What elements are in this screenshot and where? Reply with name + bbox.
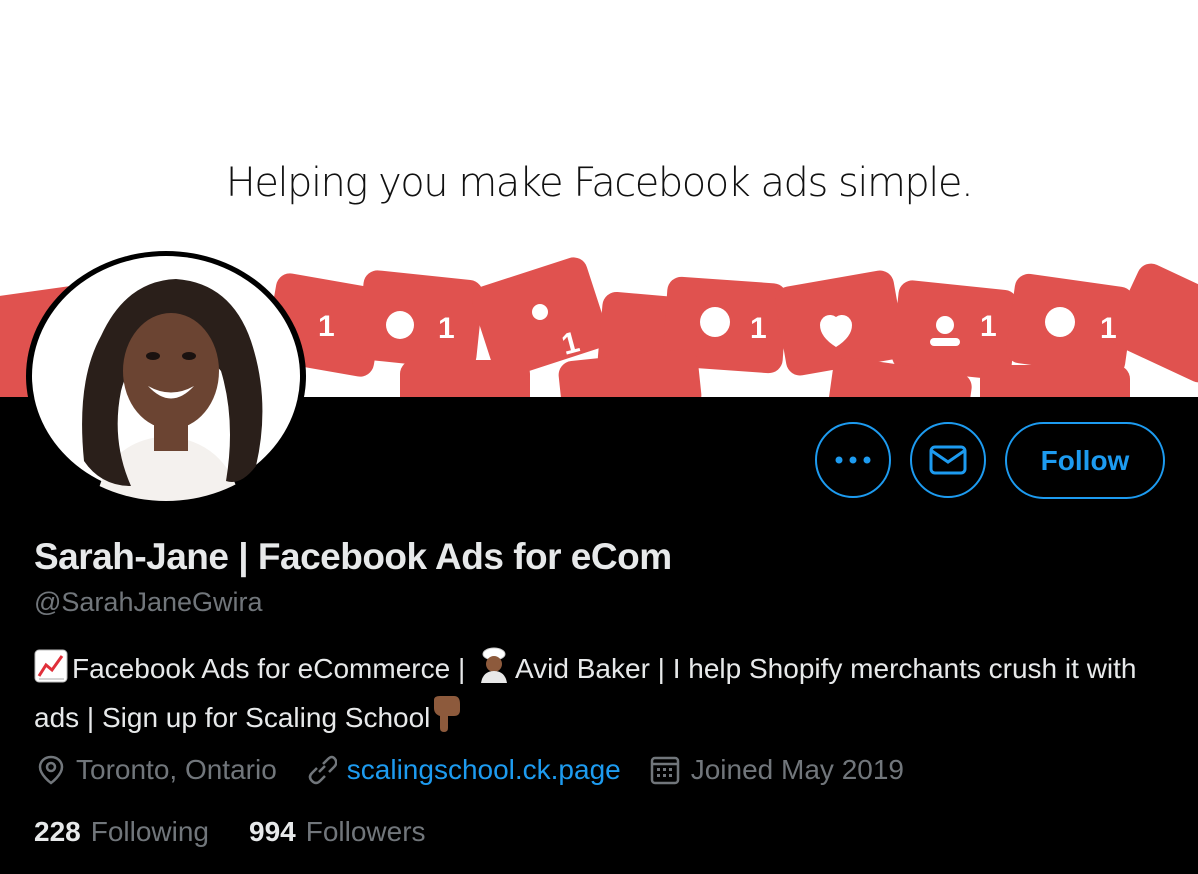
calendar-icon (650, 756, 679, 785)
more-options-button[interactable] (815, 422, 891, 498)
following-stat[interactable]: 228 Following (34, 816, 209, 848)
banner-tagline: Helping you make Facebook ads simple. (225, 160, 974, 206)
point-down-emoji (430, 694, 462, 743)
location-text: Toronto, Ontario (76, 754, 277, 785)
svg-text:1: 1 (318, 310, 335, 343)
location-icon (38, 755, 64, 785)
joined-item: Joined May 2019 (649, 754, 904, 786)
more-icon (835, 456, 871, 464)
message-button[interactable] (910, 422, 986, 498)
svg-text:1: 1 (438, 312, 455, 345)
svg-text:1: 1 (750, 312, 767, 345)
follow-button[interactable]: Follow (1005, 422, 1165, 499)
website-link[interactable]: scalingschool.ck.page (347, 754, 621, 786)
followers-stat[interactable]: 994 Followers (249, 816, 426, 848)
user-handle: @SarahJaneGwira (34, 587, 263, 617)
joined-text: Joined May 2019 (690, 754, 904, 785)
follow-stats: 228 Following 994 Followers (34, 816, 466, 848)
bio-text-1: Facebook Ads for eCommerce | (72, 653, 466, 684)
profile-bio: Facebook Ads for eCommerce | Avid Baker … (34, 647, 1174, 743)
svg-text:1: 1 (1100, 312, 1117, 345)
display-name: Sarah-Jane | Facebook Ads for eCom (34, 536, 672, 577)
followers-count: 994 (249, 816, 296, 847)
location-item: Toronto, Ontario (36, 754, 277, 786)
chart-emoji (34, 649, 68, 694)
profile-meta: Toronto, Ontario scalingschool.ck.page J… (36, 750, 932, 790)
followers-label: Followers (305, 816, 426, 847)
profile-avatar[interactable] (26, 251, 306, 501)
link-icon (308, 755, 337, 785)
baker-emoji (477, 647, 511, 694)
following-label: Following (90, 816, 209, 847)
following-count: 228 (34, 816, 81, 847)
svg-text:1: 1 (980, 310, 997, 343)
mail-icon (929, 445, 967, 475)
website-item[interactable]: scalingschool.ck.page (305, 754, 621, 786)
